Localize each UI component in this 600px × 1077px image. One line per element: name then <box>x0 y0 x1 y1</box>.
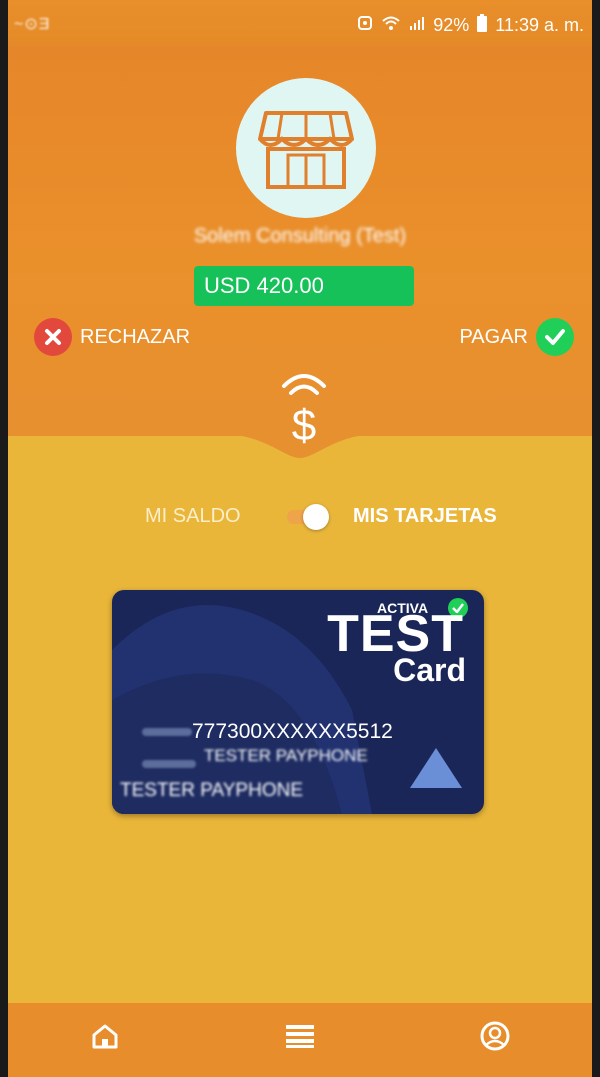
alarm-icon <box>357 15 373 36</box>
svg-text:$: $ <box>292 401 316 448</box>
source-switch[interactable] <box>283 504 331 530</box>
card-holder-secondary: TESTER PAYPHONE <box>120 780 303 801</box>
card-holder: TESTER PAYPHONE <box>204 746 368 765</box>
pay-label: PAGAR <box>459 325 528 348</box>
balance-card-toggle: MI SALDO MIS TARJETAS <box>8 500 592 534</box>
my-cards-label[interactable]: MIS TARJETAS <box>353 505 497 528</box>
home-icon <box>92 1024 118 1049</box>
card-brand-subtitle: Card <box>393 652 466 688</box>
reject-label: RECHAZAR <box>80 325 191 348</box>
masked-bar <box>142 728 192 736</box>
notification-icons: ~⊙Ǝ <box>14 16 51 33</box>
profile-icon <box>480 1021 510 1051</box>
card-number: 777300XXXXXX5512 <box>192 720 393 743</box>
close-icon <box>34 318 72 356</box>
signal-icon <box>409 15 425 36</box>
check-icon <box>536 318 574 356</box>
nav-profile[interactable] <box>475 1016 515 1056</box>
merchant-avatar <box>236 78 376 218</box>
status-bar: ~⊙Ǝ 92% 11:39 a. m. <box>8 0 592 46</box>
wifi-icon <box>381 15 401 36</box>
reject-button[interactable]: RECHAZAR <box>34 318 190 356</box>
masked-bar <box>142 760 196 768</box>
amount-display: USD 420.00 <box>194 266 414 306</box>
battery-percent: 92% <box>433 15 470 35</box>
switch-knob <box>303 504 329 530</box>
status-right: 92% 11:39 a. m. <box>357 14 584 37</box>
battery-icon <box>477 14 488 37</box>
list-icon <box>285 1025 314 1048</box>
card-logo-triangle-icon <box>410 748 462 788</box>
my-balance-label[interactable]: MI SALDO <box>145 505 241 528</box>
clock: 11:39 a. m. <box>495 15 584 35</box>
merchant-name: Solem Consulting (Test) <box>193 225 407 247</box>
contactless-payment-icon: $ <box>282 374 326 448</box>
nav-list[interactable] <box>280 1016 320 1056</box>
nav-home[interactable] <box>85 1016 125 1056</box>
payment-card[interactable]: ACTIVA TEST Card 777300XXXXXX5512 TESTER… <box>112 590 484 814</box>
store-icon <box>258 111 354 189</box>
bottom-navigation <box>8 1003 592 1077</box>
app-screen: ~⊙Ǝ 92% 11:39 a. m. Solem Consulting (Te… <box>8 0 592 1077</box>
pay-button[interactable]: PAGAR <box>459 318 574 356</box>
